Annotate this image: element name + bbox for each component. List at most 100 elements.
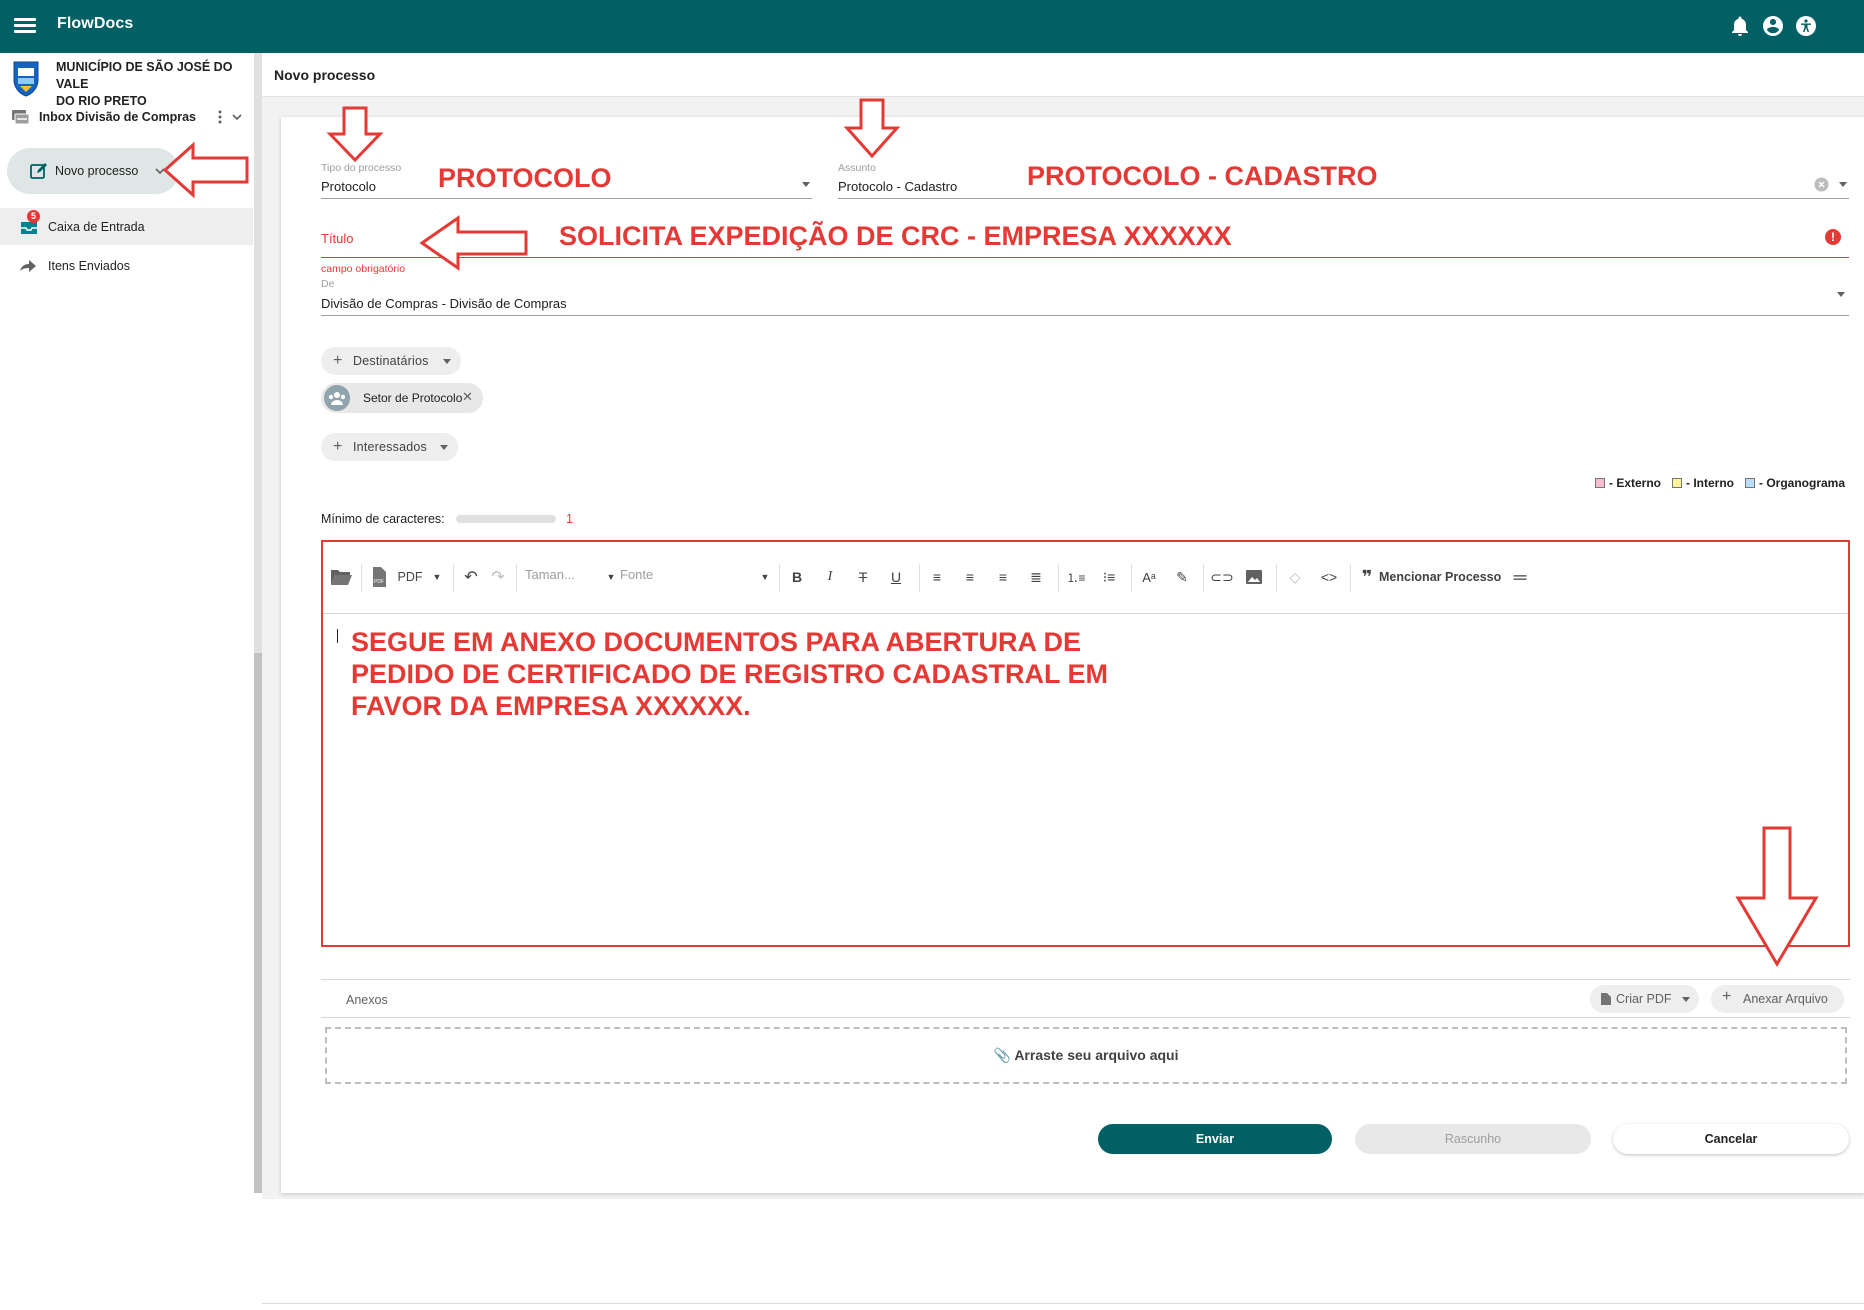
sidebar-item-inbox-label: Caixa de Entrada — [48, 220, 145, 234]
recipient-chip[interactable]: Setor de Protocolo ✕ — [321, 383, 483, 413]
dropdown-caret-icon — [443, 359, 451, 364]
align-center-icon[interactable]: ≡ — [960, 566, 980, 588]
code-view-icon[interactable]: <> — [1318, 566, 1340, 588]
file-icon — [1601, 993, 1611, 1005]
accessibility-icon[interactable] — [1794, 14, 1818, 38]
font-family-select[interactable]: Fonte — [620, 567, 653, 582]
annotation-arrow-left-icon — [419, 215, 528, 271]
page-header: Novo processo — [262, 53, 1864, 97]
create-pdf-label: Criar PDF — [1616, 992, 1672, 1006]
annotation-arrow-down-icon — [1735, 826, 1819, 967]
align-left-icon[interactable]: ≡ — [927, 566, 947, 588]
internal-swatch — [1672, 478, 1682, 488]
more-toolbar-icon[interactable]: ═ — [1509, 566, 1531, 588]
undo-icon[interactable]: ↶ — [461, 566, 481, 588]
recipients-button[interactable]: + Destinatários — [321, 347, 461, 375]
dropdown-caret-icon — [440, 445, 448, 450]
hamburger-menu-icon[interactable] — [14, 15, 36, 37]
mention-process-button[interactable]: Mencionar Processo — [1379, 566, 1509, 588]
annotation-body-line2: PEDIDO DE CERTIFICADO DE REGISTRO CADAST… — [351, 659, 1109, 689]
dropdown-caret-icon[interactable] — [1837, 292, 1845, 297]
reply-icon — [20, 260, 36, 272]
title-label: Título — [321, 231, 354, 246]
annotation-arrow-down-icon — [843, 98, 901, 159]
divider — [262, 1303, 1864, 1304]
dropdown-caret-icon — [1682, 997, 1690, 1002]
sidebar-item-sent-label: Itens Enviados — [48, 259, 130, 273]
send-button[interactable]: Enviar — [1098, 1124, 1332, 1154]
font-family-dropdown-icon[interactable]: ▼ — [759, 566, 771, 588]
font-color-icon[interactable]: Aᵃ — [1138, 566, 1160, 588]
pdf-dropdown-icon[interactable]: ▼ — [431, 566, 443, 588]
dropdown-caret-icon[interactable] — [1839, 182, 1847, 187]
clear-format-eraser-icon[interactable]: ◇ — [1285, 566, 1305, 588]
paperclip-icon: 📎 — [993, 1047, 1011, 1063]
underline-icon[interactable]: U — [886, 566, 906, 588]
interested-parties-button[interactable]: + Interessados — [321, 433, 458, 461]
font-size-select[interactable]: Taman... — [525, 567, 575, 582]
org-chart-swatch — [1745, 478, 1755, 488]
bell-icon[interactable] — [1728, 14, 1752, 38]
recipient-label: Setor de Protocolo — [363, 391, 463, 405]
image-icon[interactable] — [1245, 566, 1263, 588]
from-label: De — [321, 278, 335, 290]
bullet-list-icon[interactable]: ⁝≡ — [1098, 566, 1120, 588]
bold-icon[interactable]: B — [787, 566, 807, 588]
from-select[interactable]: De Divisão de Compras - Divisão de Compr… — [321, 278, 1849, 316]
italic-icon[interactable]: I — [820, 566, 840, 588]
align-right-icon[interactable]: ≡ — [993, 566, 1013, 588]
highlight-pen-icon[interactable]: ✎ — [1172, 566, 1192, 588]
attach-file-label: Anexar Arquivo — [1743, 992, 1828, 1006]
numbered-list-icon[interactable]: ⒈≡ — [1065, 566, 1087, 588]
font-size-dropdown-icon[interactable]: ▼ — [605, 566, 617, 588]
annotation-body-text: SEGUE EM ANEXO DOCUMENTOS PARA ABERTURA … — [351, 626, 1108, 722]
municipal-crest-logo — [13, 61, 39, 97]
more-vert-icon[interactable] — [215, 108, 225, 126]
process-type-value: Protocolo — [321, 179, 376, 194]
min-chars-label: Mínimo de caracteres: — [321, 512, 445, 526]
link-icon[interactable]: ⊂⊃ — [1210, 566, 1233, 588]
interested-label: Interessados — [353, 440, 427, 454]
error-icon: ! — [1825, 229, 1841, 245]
add-icon: + — [333, 352, 343, 369]
annotation-body-line3: FAVOR DA EMPRESA XXXXXX. — [351, 691, 751, 721]
pdf-file-icon[interactable]: PDF — [371, 566, 387, 588]
chevron-down-icon[interactable] — [230, 110, 244, 124]
remove-recipient-icon[interactable]: ✕ — [462, 389, 473, 405]
pdf-button[interactable]: PDF — [395, 566, 425, 588]
inbox-label: Inbox Divisão de Compras — [39, 110, 196, 124]
add-icon: + — [333, 438, 343, 455]
app-brand[interactable]: FlowDocs — [57, 15, 133, 33]
legend-internal: - Interno — [1672, 476, 1734, 490]
open-folder-icon[interactable] — [329, 566, 353, 588]
subject-label: Assunto — [838, 162, 876, 174]
draft-button[interactable]: Rascunho — [1355, 1124, 1591, 1154]
redo-icon[interactable]: ↷ — [488, 566, 508, 588]
min-chars-value: 1 — [566, 512, 573, 526]
top-app-bar: FlowDocs — [0, 0, 1864, 53]
clear-icon[interactable] — [1814, 177, 1829, 192]
editor-toolbar: PDF PDF ▼ ↶ ↷ Taman... ▼ Fonte ▼ B I T U… — [323, 542, 1848, 614]
align-justify-icon[interactable]: ≣ — [1026, 566, 1046, 588]
sidebar-item-sent[interactable]: Itens Enviados — [0, 250, 253, 280]
sidebar-item-inbox[interactable]: 5 Caixa de Entrada — [0, 208, 253, 245]
text-cursor — [337, 629, 338, 643]
inbox-count-badge: 5 — [27, 210, 40, 223]
inbox-selector[interactable]: Inbox Divisão de Compras — [0, 104, 252, 130]
annotation-title-text: SOLICITA EXPEDIÇÃO DE CRC - EMPRESA XXXX… — [559, 221, 1232, 251]
subject-value: Protocolo - Cadastro — [838, 179, 958, 194]
dropdown-caret-icon[interactable] — [802, 182, 810, 187]
svg-text:PDF: PDF — [374, 579, 384, 585]
strikethrough-icon[interactable]: T — [853, 566, 873, 588]
annotation-body-line1: SEGUE EM ANEXO DOCUMENTOS PARA ABERTURA … — [351, 627, 1082, 657]
legend-org-chart: - Organograma — [1745, 476, 1845, 490]
attach-file-button[interactable]: + Anexar Arquivo — [1711, 985, 1844, 1013]
cancel-button[interactable]: Cancelar — [1613, 1124, 1849, 1154]
account-circle-icon[interactable] — [1761, 14, 1785, 38]
create-pdf-button[interactable]: Criar PDF — [1590, 985, 1699, 1013]
recipients-label: Destinatários — [353, 354, 429, 368]
new-process-button[interactable]: Novo processo — [7, 148, 179, 194]
rich-text-editor[interactable]: PDF PDF ▼ ↶ ↷ Taman... ▼ Fonte ▼ B I T U… — [321, 540, 1850, 947]
attachments-bar: Anexos Criar PDF + Anexar Arquivo — [321, 979, 1850, 1018]
file-drop-zone[interactable]: 📎 Arraste seu arquivo aqui — [325, 1027, 1847, 1084]
